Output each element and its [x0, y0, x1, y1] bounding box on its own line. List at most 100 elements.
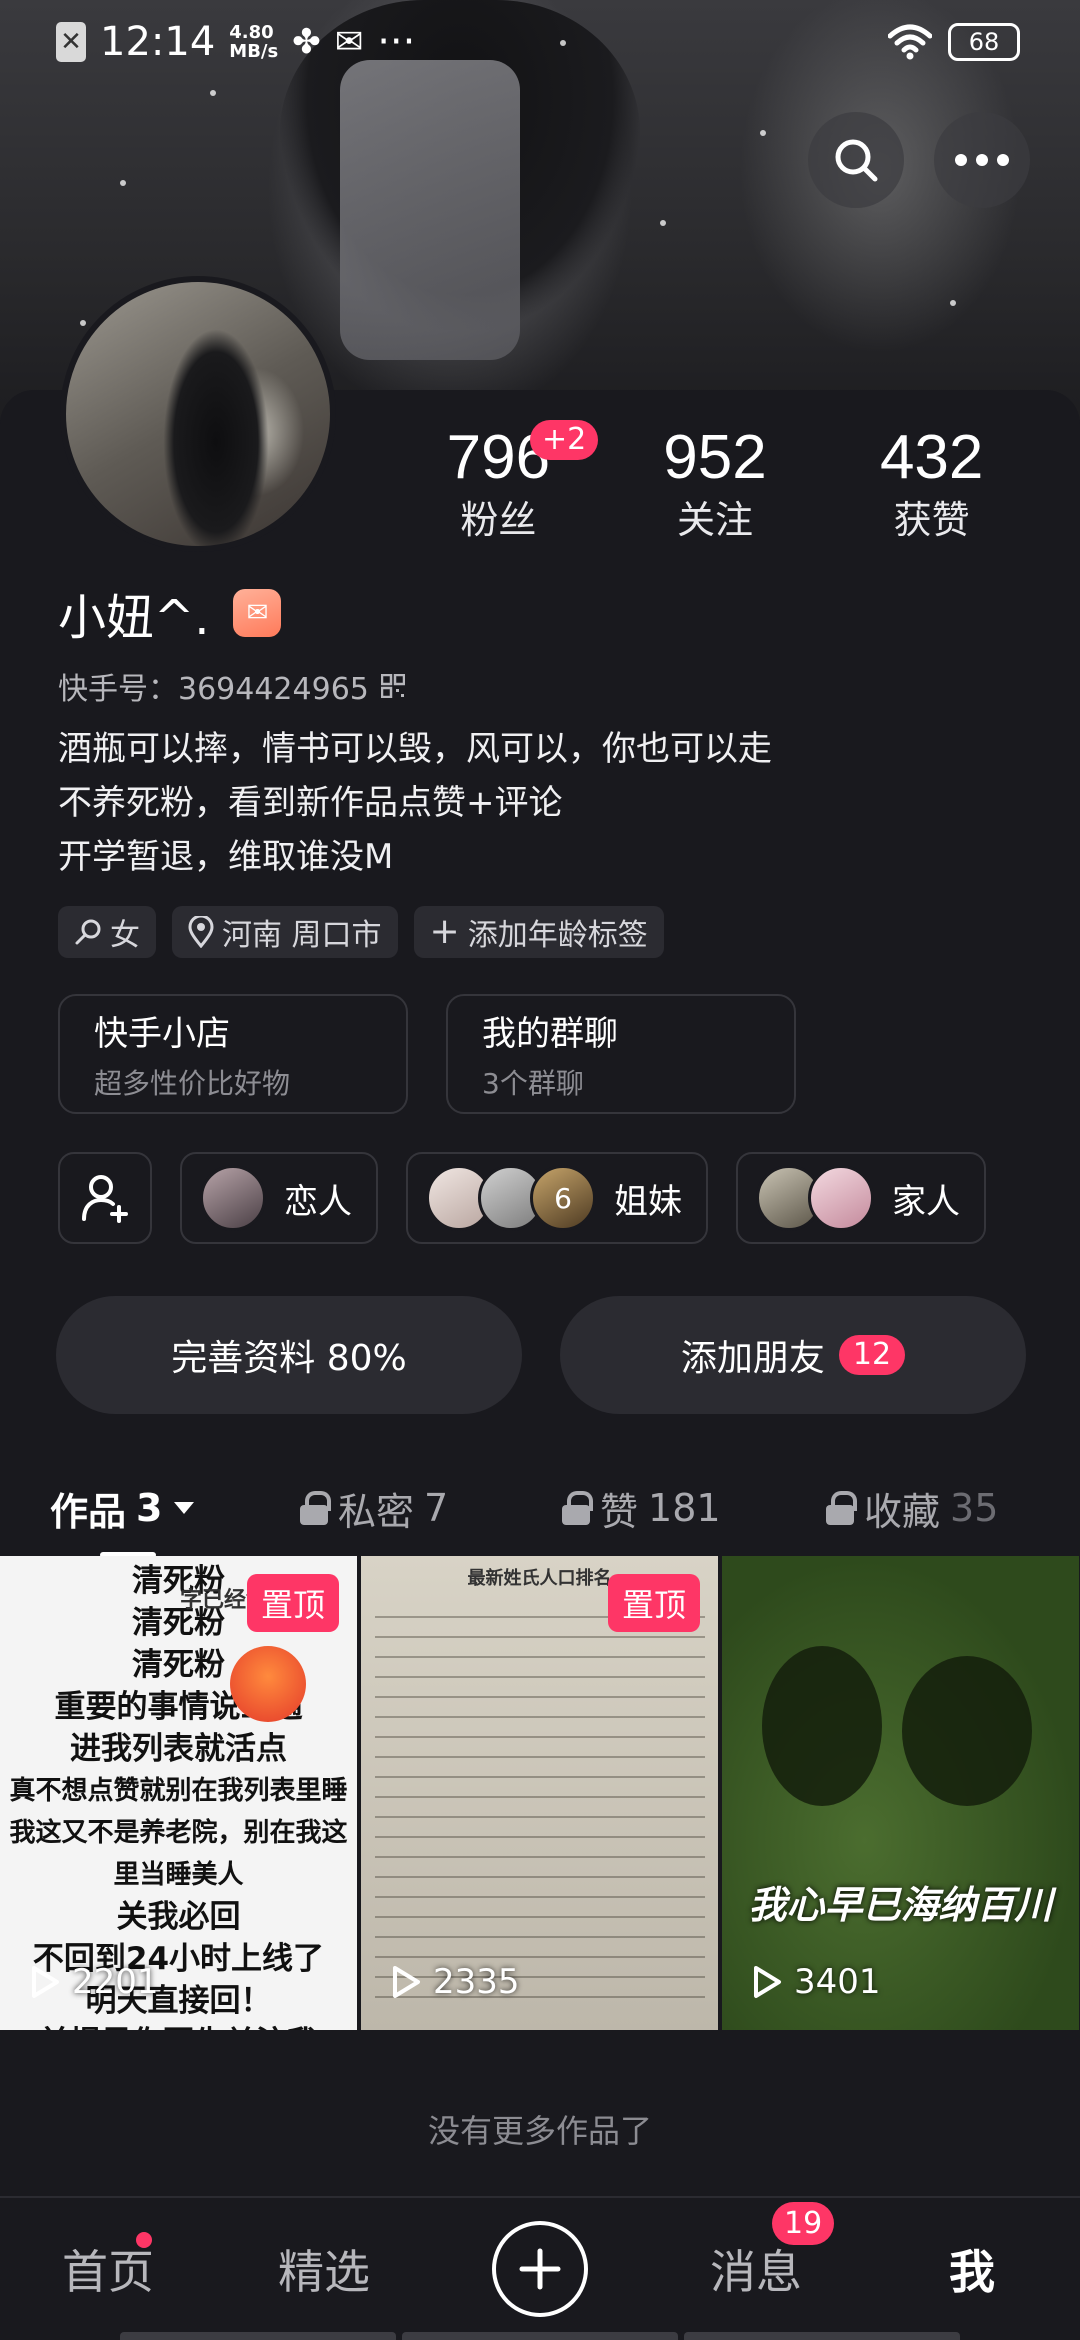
add-person-icon — [82, 1175, 128, 1223]
more-options-button[interactable] — [934, 112, 1030, 208]
nav-home[interactable]: 首页 — [0, 2232, 216, 2302]
complete-profile-button[interactable]: 完善资料 80% — [56, 1296, 522, 1414]
stat-followers[interactable]: 796 粉丝 +2 — [390, 420, 607, 544]
cover-line: 前提是你要先关注我 — [0, 2022, 357, 2030]
group-lover[interactable]: 恋人 — [180, 1152, 378, 1244]
bio-line: 酒瓶可以摔，情书可以毁，风可以，你也可以走 — [58, 729, 772, 769]
snow-dot — [80, 320, 86, 326]
nav-me[interactable]: 我 — [864, 2236, 1080, 2302]
play-icon — [393, 1966, 420, 1998]
group-avatars — [756, 1165, 874, 1231]
clock: 12:14 — [100, 19, 216, 65]
more-notifications-icon: ··· — [377, 19, 416, 65]
profile-tags: 女 河南 周口市 + 添加年龄标签 — [58, 906, 664, 958]
plus-icon — [519, 2248, 561, 2290]
following-label: 关注 — [677, 498, 754, 542]
group-sisters-label: 姐妹 — [614, 1181, 682, 1222]
likes-count: 432 — [879, 423, 984, 492]
kuaishou-id-text: 快手号：3694424965 — [58, 672, 369, 707]
video-tile[interactable]: 清死粉 清死粉 清死粉 重要的事情说三遍 进我列表就活点 真不想点赞就别在我列表… — [0, 1556, 357, 2030]
group-lover-label: 恋人 — [284, 1181, 352, 1222]
tab-private[interactable]: 私密 7 — [300, 1481, 562, 1536]
wifi-icon — [888, 24, 932, 60]
shop-card-subtitle: 超多性价比好物 — [94, 1067, 291, 1100]
add-friends-badge: 12 — [838, 1335, 906, 1375]
gender-tag-label: 女 — [110, 918, 140, 953]
nav-featured-label: 精选 — [278, 2245, 370, 2299]
messages-badge: 19 — [772, 2202, 835, 2245]
status-bar: ✕ 12:14 4.80 MB/s ✤ ✉ ··· 68 — [0, 0, 1080, 84]
tab-works[interactable]: 作品 3 — [50, 1481, 300, 1558]
group-chat-card-subtitle: 3个群聊 — [482, 1067, 584, 1100]
avatar[interactable] — [60, 276, 336, 552]
avatar — [808, 1165, 874, 1231]
no-more-works: 没有更多作品了 — [427, 2112, 652, 2150]
bottom-nav: 首页 精选 消息 19 我 — [0, 2196, 1080, 2340]
profile-screen: ✕ 12:14 4.80 MB/s ✤ ✉ ··· 68 796 粉丝 +2 9… — [0, 0, 1080, 2340]
envelope-badge-icon[interactable]: ✉ — [233, 589, 282, 637]
cover-line: 真不想点赞就别在我列表里睡 — [9, 1776, 348, 1806]
lock-icon — [562, 1491, 593, 1525]
snow-dot — [950, 300, 956, 306]
tab-likes[interactable]: 赞 181 — [562, 1481, 826, 1536]
location-pin-icon — [188, 916, 214, 948]
play-count: 2335 — [391, 1962, 520, 2002]
snow-dot — [210, 90, 216, 96]
cover-phone — [340, 60, 520, 360]
group-avatars: 6 — [426, 1165, 596, 1231]
shop-card[interactable]: 快手小店 超多性价比好物 — [58, 994, 408, 1114]
name-row: 小妞^. ✉ — [58, 578, 282, 648]
angry-face-icon — [230, 1646, 306, 1722]
play-count: 3401 — [752, 1962, 881, 2002]
cover-line: 关我必回 — [116, 1899, 241, 1935]
bio[interactable]: 酒瓶可以摔，情书可以毁，风可以，你也可以走 不养死粉，看到新作品点赞+评论 开学… — [58, 722, 772, 884]
net-speed-unit: MB/s — [229, 41, 279, 62]
group-chat-card[interactable]: 我的群聊 3个群聊 — [446, 994, 796, 1114]
top-actions — [808, 112, 1030, 208]
profile-name: 小妞^. — [58, 590, 210, 646]
pinwheel-icon: ✤ — [292, 22, 321, 62]
tab-works-count: 3 — [136, 1486, 163, 1530]
group-sisters[interactable]: 6 姐妹 — [406, 1152, 708, 1244]
gender-tag[interactable]: 女 — [58, 906, 156, 958]
video-tile[interactable]: 最新姓氏人口排名 置顶 2335 — [361, 1556, 718, 2030]
caret-down-icon — [174, 1502, 195, 1514]
cover-table — [375, 1616, 705, 2016]
kuaishou-id[interactable]: 快手号：3694424965 — [58, 664, 405, 708]
network-speed: 4.80 MB/s — [229, 23, 278, 61]
location-tag[interactable]: 河南 周口市 — [172, 906, 398, 958]
nav-home-label: 首页 — [62, 2245, 154, 2299]
nav-create[interactable] — [432, 2221, 648, 2317]
followers-label: 粉丝 — [460, 498, 537, 542]
play-icon — [32, 1966, 59, 1998]
search-button[interactable] — [808, 112, 904, 208]
tab-favorites-count: 35 — [950, 1486, 999, 1530]
nav-featured[interactable]: 精选 — [216, 2236, 432, 2302]
bio-line: 开学暂退，维取谁没M — [58, 837, 394, 877]
play-count-value: 2335 — [433, 1962, 520, 2002]
nav-messages[interactable]: 消息 19 — [648, 2202, 864, 2302]
cover-line: 我这又不是养老院，别在我这里当睡美人 — [9, 1818, 348, 1890]
tab-favorites[interactable]: 收藏 35 — [826, 1481, 998, 1536]
new-followers-badge: +2 — [530, 420, 599, 460]
play-icon — [754, 1966, 781, 1998]
add-friends-button[interactable]: 添加朋友 12 — [560, 1296, 1026, 1414]
video-tile[interactable]: 我心早已海纳百川 3401 — [722, 1556, 1079, 2030]
battery-indicator: 68 — [948, 23, 1020, 61]
lock-icon — [300, 1491, 331, 1525]
video-grid: 清死粉 清死粉 清死粉 重要的事情说三遍 进我列表就活点 真不想点赞就别在我列表… — [0, 1556, 1080, 2030]
cover-line: 进我列表就活点 — [70, 1731, 287, 1767]
plus-icon: + — [429, 911, 460, 952]
group-family[interactable]: 家人 — [736, 1152, 986, 1244]
qr-code-icon — [380, 674, 405, 698]
stat-following[interactable]: 952 关注 — [607, 420, 824, 544]
tab-private-count: 7 — [424, 1486, 449, 1530]
more-icon — [955, 154, 1009, 166]
search-icon — [835, 139, 878, 182]
create-button[interactable] — [492, 2221, 588, 2317]
add-relationship-button[interactable] — [58, 1152, 152, 1244]
add-age-tag[interactable]: + 添加年龄标签 — [413, 906, 664, 958]
feature-cards: 快手小店 超多性价比好物 我的群聊 3个群聊 — [58, 994, 796, 1114]
stat-likes[interactable]: 432 获赞 — [823, 420, 1040, 544]
play-count: 2201 — [30, 1962, 159, 2002]
